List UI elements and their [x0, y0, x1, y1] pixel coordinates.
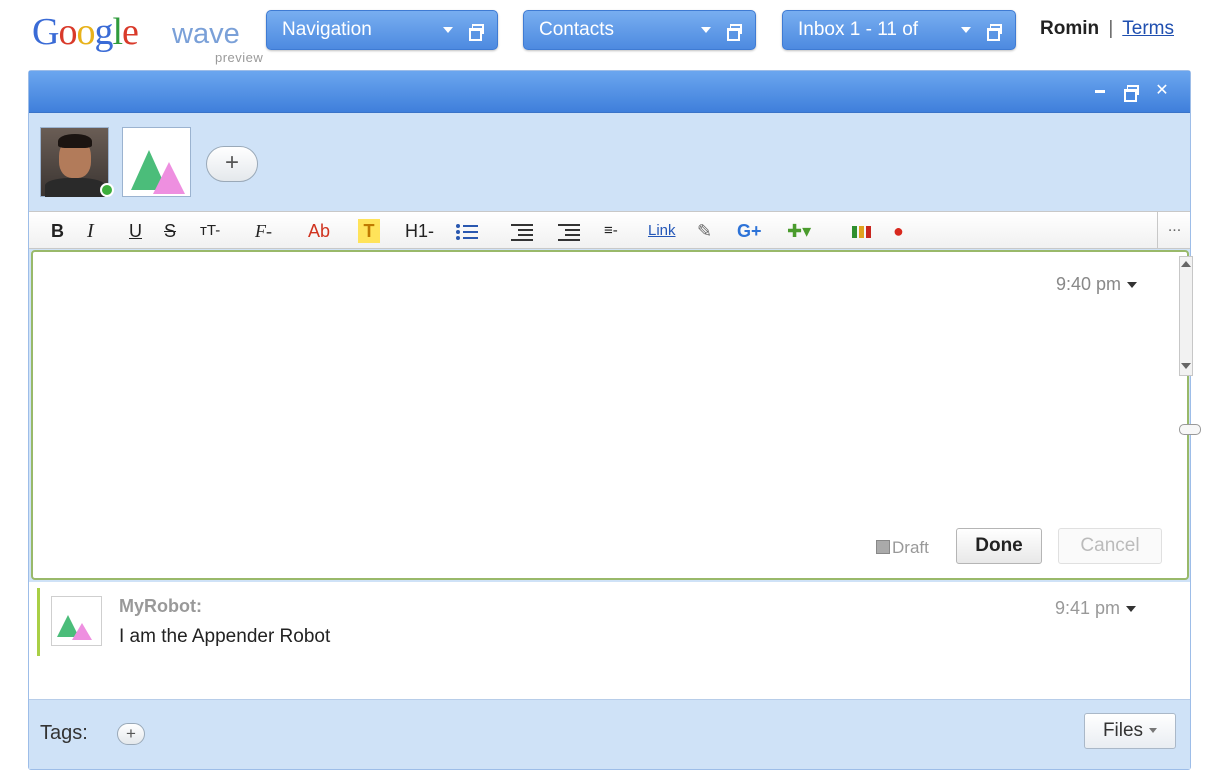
logo-google-text: Google — [32, 11, 139, 53]
bar-gadget-icon[interactable] — [852, 219, 880, 243]
heading-button[interactable]: H1- — [405, 219, 434, 243]
restore-window-icon[interactable] — [987, 24, 1002, 41]
highlight-button[interactable]: T — [358, 219, 380, 243]
font-family-button[interactable]: F- — [255, 219, 272, 243]
navigation-panel[interactable]: Navigation — [266, 10, 498, 50]
bar-icon-red — [866, 226, 871, 239]
chevron-down-icon[interactable] — [443, 27, 453, 33]
separator: | — [1108, 18, 1114, 39]
user-name[interactable]: Romin — [1040, 18, 1099, 39]
paperclip-icon[interactable]: ✎ — [697, 219, 712, 243]
flask-icon — [153, 162, 185, 194]
align-button[interactable]: ≡- — [604, 219, 640, 243]
blip-text: I am the Appender Robot — [119, 626, 331, 647]
blip-message[interactable]: MyRobot: I am the Appender Robot 9:41 pm — [29, 582, 1190, 699]
blip-author: MyRobot: — [119, 596, 202, 616]
chevron-down-icon[interactable] — [1127, 282, 1138, 289]
scroll-down-arrow-icon[interactable] — [1181, 363, 1191, 369]
scrollbar[interactable] — [1179, 256, 1193, 376]
editor-time-text: 9:40 pm — [1056, 274, 1122, 294]
strikethrough-button[interactable]: S — [164, 219, 176, 243]
robot-avatar — [51, 596, 102, 646]
flask-icon — [72, 623, 92, 640]
editor-timestamp[interactable]: 9:40 pm — [1056, 274, 1138, 295]
more-options-button[interactable]: ... — [1157, 212, 1191, 249]
blip-timestamp[interactable]: 9:41 pm — [1055, 598, 1137, 619]
files-label: Files — [1102, 720, 1144, 741]
map-pin-icon[interactable]: ● — [893, 219, 904, 243]
logo-preview-text: preview — [215, 50, 264, 65]
draft-label: Draft — [892, 538, 929, 557]
italic-button[interactable]: I — [87, 219, 94, 243]
blip-editor[interactable]: 9:40 pm Draft Done Cancel — [31, 250, 1189, 580]
logo-wave-text: wave — [172, 18, 240, 50]
restore-window-icon[interactable] — [469, 24, 484, 41]
bold-button[interactable]: B — [51, 219, 64, 243]
list-lines — [456, 223, 478, 241]
wave-panel: ✕ + B I U S тT- F- Ab T H1- ≡- Link ✎ G+… — [28, 70, 1201, 770]
puzzle-piece-icon[interactable]: ✚▾ — [787, 219, 811, 243]
done-button[interactable]: Done — [956, 528, 1042, 564]
terms-link[interactable]: Terms — [1122, 18, 1174, 39]
tags-label: Tags: — [40, 722, 88, 744]
blip-time-text: 9:41 pm — [1055, 598, 1121, 618]
user-area: Romin | Terms — [1040, 18, 1174, 40]
contacts-panel-title: Contacts — [539, 19, 614, 40]
online-status-icon — [100, 183, 114, 197]
google-wave-logo: Google wave preview — [32, 8, 263, 65]
bulleted-list-icon[interactable] — [456, 219, 482, 243]
blip-indicator — [37, 588, 40, 656]
link-button[interactable]: Link — [648, 219, 676, 243]
bar-icon-yellow — [859, 226, 864, 239]
formatting-toolbar: B I U S тT- F- Ab T H1- ≡- Link ✎ G+ ✚▾ … — [29, 211, 1190, 249]
restore-window-icon[interactable] — [1124, 84, 1139, 102]
text-color-button[interactable]: Ab — [308, 219, 330, 243]
add-gadget-button[interactable]: G+ — [737, 219, 762, 243]
chevron-down-icon[interactable] — [961, 27, 971, 33]
bar-icon-green — [852, 226, 857, 239]
add-participant-button[interactable]: + — [206, 146, 258, 182]
draft-toggle[interactable]: Draft — [876, 538, 929, 558]
restore-window-icon[interactable] — [727, 24, 742, 41]
chevron-down-icon[interactable] — [1126, 606, 1137, 613]
outdent-icon[interactable] — [558, 219, 582, 243]
robot-avatar[interactable] — [122, 127, 191, 197]
add-tag-button[interactable]: + — [117, 723, 145, 745]
contacts-panel[interactable]: Contacts — [523, 10, 756, 50]
close-icon[interactable]: ✕ — [1155, 83, 1169, 99]
scroll-handle[interactable] — [1179, 424, 1201, 435]
draft-checkbox[interactable] — [876, 540, 890, 554]
wave-footer: Tags: + Files — [29, 699, 1190, 769]
scroll-up-arrow-icon[interactable] — [1181, 261, 1191, 267]
chevron-down-icon[interactable] — [701, 27, 711, 33]
chevron-down-icon — [1149, 728, 1158, 734]
indent-lines — [511, 223, 533, 242]
font-size-button[interactable]: тT- — [200, 219, 220, 243]
outdent-lines — [558, 223, 580, 242]
minimize-icon[interactable] — [1093, 84, 1107, 98]
avatar-shirt — [45, 178, 105, 197]
wave-titlebar: ✕ — [29, 71, 1190, 113]
navigation-panel-title: Navigation — [282, 19, 372, 40]
underline-button[interactable]: U — [129, 219, 142, 243]
inbox-panel-title: Inbox 1 - 11 of — [798, 19, 919, 40]
cancel-button[interactable]: Cancel — [1058, 528, 1162, 564]
participants-bar: + — [29, 114, 1190, 211]
files-button[interactable]: Files — [1084, 713, 1176, 749]
indent-icon[interactable] — [511, 219, 535, 243]
avatar[interactable] — [40, 127, 109, 197]
avatar-hair — [58, 134, 92, 148]
inbox-panel[interactable]: Inbox 1 - 11 of — [782, 10, 1016, 50]
